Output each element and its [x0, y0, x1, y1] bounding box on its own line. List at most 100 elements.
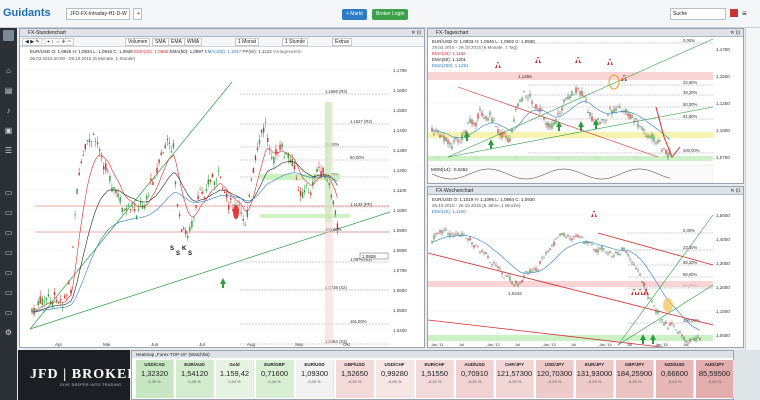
candle-body: [547, 250, 549, 252]
interval-select[interactable]: 1 Stunde: [282, 38, 309, 46]
candle-body: [92, 133, 95, 135]
watchlist-tile[interactable]: USD/CHF 0,99280 -0,06 %: [376, 360, 414, 398]
monitor-icon[interactable]: ▭: [3, 248, 14, 257]
watchlist-tile[interactable]: NZD/USD 0,66600 -0,43 %: [656, 360, 694, 398]
monitor-icon[interactable]: ▭: [3, 208, 14, 217]
monitor-icon[interactable]: ▭: [3, 228, 14, 237]
app-logo[interactable]: Guidants: [3, 7, 51, 19]
down-arrow-icon: [575, 57, 581, 63]
candle-body: [523, 275, 525, 278]
candle-body: [80, 161, 82, 164]
candle-body: [90, 141, 93, 143]
candle-body: [633, 120, 635, 122]
watchlist-tile[interactable]: EUR/JPY 131,93000 -0,29 %: [576, 360, 614, 398]
menu-icon[interactable]: ≡: [742, 9, 747, 18]
tab-workspace[interactable]: JFD-FX-Intraday-H1-D-W: [66, 8, 130, 20]
toolbar-nav-icon[interactable]: ◀ ▶ ✎ ⬚ ⌖ ↕ ⇔ ✛ ⌒: [22, 38, 75, 46]
close-icon[interactable]: ✕ ⊡: [411, 29, 421, 37]
watchlist-tile[interactable]: EUR/AUD 1,54120 0,28 %: [176, 360, 214, 398]
flag-icon[interactable]: [730, 9, 738, 17]
toolbar-wma[interactable]: WMA: [184, 38, 203, 46]
support-zone: [428, 132, 713, 138]
range-zone: [325, 102, 331, 222]
weekly-chart-canvas[interactable]: 1,5000 1,4000 1,3000 1,2000 1,1000 1,0000 Jan …: [428, 195, 744, 348]
candle-body: [621, 247, 623, 250]
candle-body: [117, 193, 119, 197]
tile-value: 1,54120: [180, 369, 209, 378]
toolbar-ema[interactable]: EMA: [168, 38, 185, 46]
toolbar-volume[interactable]: Volumen: [125, 38, 151, 46]
settings-icon[interactable]: ⚙: [3, 328, 14, 337]
watchlist-tile[interactable]: USD/CAD 1,32320 0,35 %: [136, 360, 174, 398]
fib-label: 50,00%: [683, 272, 697, 277]
close-icon[interactable]: ✕ ⊡: [730, 187, 740, 195]
up-arrow-icon: [488, 139, 494, 149]
home-icon[interactable]: ⌂: [3, 66, 14, 75]
tile-symbol: EUR/GBP: [264, 362, 285, 367]
candle-body: [525, 271, 527, 273]
price-tick-label: 1,1500: [716, 74, 730, 79]
watchlist-tile[interactable]: GBP/USD 1,52650 -0,34 %: [336, 360, 374, 398]
extras-menu[interactable]: Extras: [332, 38, 353, 46]
toolbar-sma[interactable]: SMA: [152, 38, 169, 46]
period-select[interactable]: 1 Monat: [235, 38, 260, 46]
broker-login-button[interactable]: Broker Login: [372, 9, 409, 20]
candle-body: [651, 134, 653, 139]
watchlist-tile[interactable]: USD/JPY 120,70300 -0,29 %: [536, 360, 574, 398]
candle-body: [559, 233, 561, 236]
tile-value: 120,70300: [536, 369, 573, 378]
bell-icon[interactable]: ♪: [3, 106, 14, 115]
monitor-icon[interactable]: ▭: [3, 288, 14, 297]
candle-body: [74, 214, 76, 216]
candle-body: [639, 274, 641, 276]
candle-body: [441, 135, 443, 137]
watchlist-tile[interactable]: Gold 1.159,42 0,04 %: [216, 360, 254, 398]
close-icon[interactable]: ✕ ⊡: [730, 29, 740, 37]
list-icon[interactable]: ☰: [3, 146, 14, 155]
candle-body: [477, 113, 479, 119]
candle-body: [451, 232, 453, 234]
watchlist-tile[interactable]: EUR/USD 1,09300 0,00 %: [296, 360, 334, 398]
watchlist-tile[interactable]: EUR/CHF 1,51550 -0,10 %: [416, 360, 454, 398]
candle-body: [162, 152, 164, 154]
hourly-chart-canvas[interactable]: 1,1700 1,1600 1,1500 1,1400 1,1300 1,1200 1,11…: [20, 62, 425, 348]
chart-icon[interactable]: ▤: [3, 86, 14, 95]
candle-body: [611, 256, 613, 258]
watchlist-tile[interactable]: AUD/USD 0,70910 -0,21 %: [456, 360, 494, 398]
search-input[interactable]: Suche: [670, 8, 726, 20]
tab-add[interactable]: +: [133, 8, 142, 20]
candle-body: [601, 246, 603, 251]
watchlist-tile[interactable]: GBP/JPY 184,25900 -0,35 %: [616, 360, 654, 398]
monitor-icon[interactable]: ▭: [3, 188, 14, 197]
candle-body: [501, 272, 503, 275]
candle-body: [563, 99, 565, 102]
tile-value: 0,99280: [380, 369, 409, 378]
candle-body: [699, 338, 701, 340]
candle-body: [603, 248, 605, 250]
add-market-button[interactable]: + Markt: [342, 9, 367, 20]
candle-body: [597, 249, 599, 253]
candle-body: [297, 190, 300, 191]
candle-body: [275, 149, 277, 155]
tile-change: -0,10 %: [427, 379, 442, 384]
candle-body: [158, 159, 160, 163]
watchlist-tile[interactable]: EUR/GBP 0,71600 0,34 %: [256, 360, 294, 398]
candle-body: [507, 276, 509, 278]
candle-body: [687, 343, 689, 345]
candle-body: [201, 191, 203, 195]
monitor-icon[interactable]: ▭: [3, 268, 14, 277]
watchlist-tile[interactable]: CHF/JPY 121,57300 -0,20 %: [496, 360, 534, 398]
candle-body: [575, 235, 577, 237]
avatar[interactable]: [3, 30, 14, 41]
monitor-icon[interactable]: ▭: [3, 308, 14, 317]
briefcase-icon[interactable]: ▣: [3, 126, 14, 135]
candle-body: [669, 323, 671, 326]
candle-body: [160, 152, 162, 155]
daily-chart-canvas[interactable]: 1,17501,15001,12501,10001,0750MaiJunJulA…: [428, 37, 744, 184]
candle-body: [477, 246, 479, 248]
candle-body: [485, 252, 487, 255]
candle-body: [191, 221, 193, 228]
candle-body: [332, 200, 335, 205]
candle-body: [267, 137, 269, 142]
watchlist-tile[interactable]: AUD/JPY 85,59500 -0,52 %: [696, 360, 734, 398]
